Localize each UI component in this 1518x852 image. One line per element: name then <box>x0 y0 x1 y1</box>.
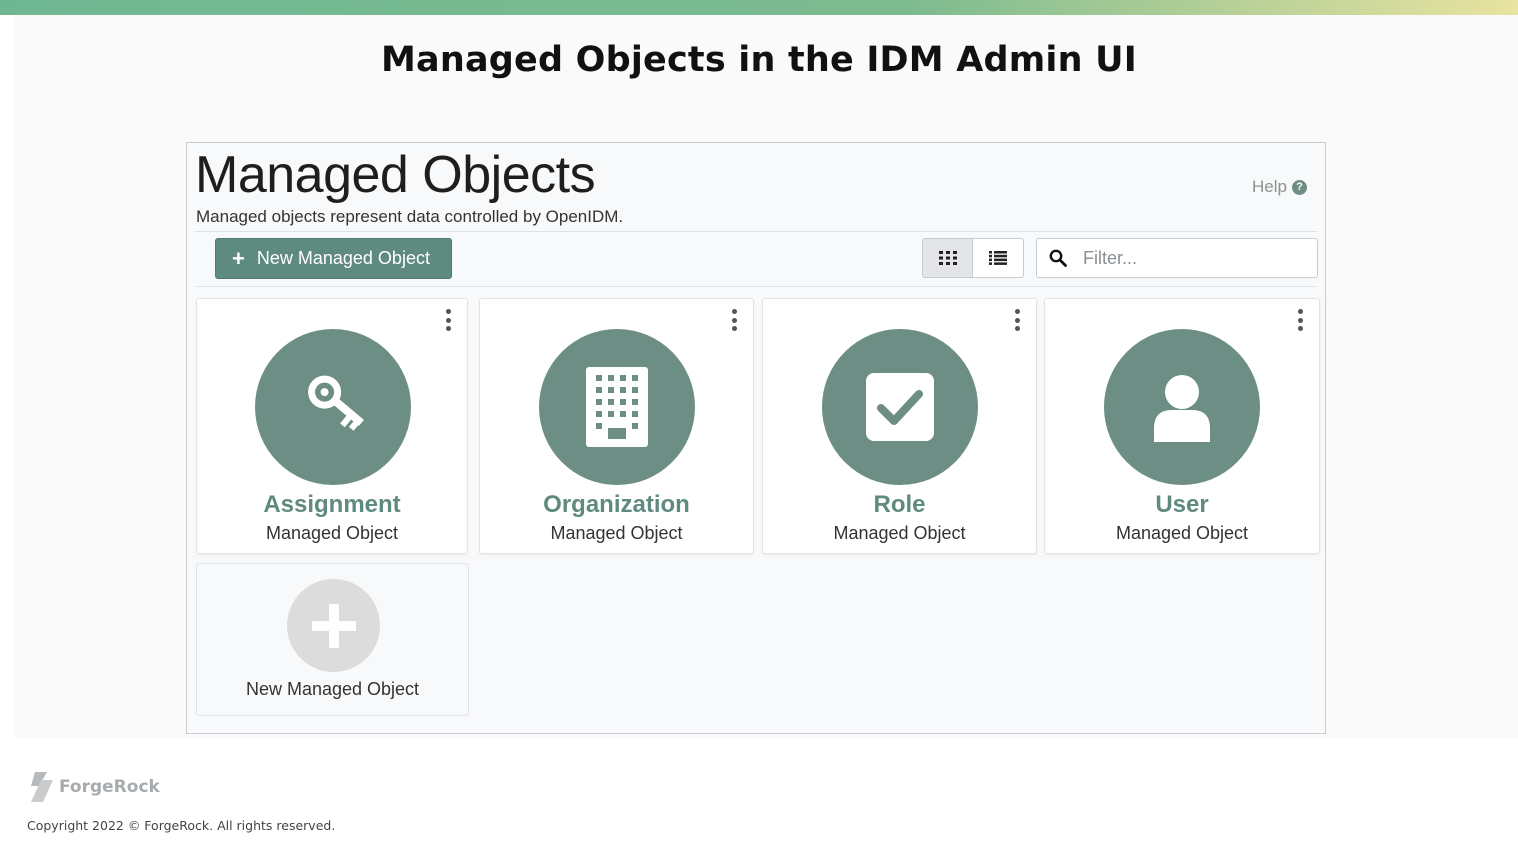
new-managed-object-card-label: New Managed Object <box>245 679 420 699</box>
help-link[interactable]: Help ? <box>1252 177 1307 197</box>
slide-title: Managed Objects in the IDM Admin UI <box>381 40 1137 80</box>
card-title: Assignment <box>263 491 401 518</box>
list-view-button[interactable] <box>973 238 1024 278</box>
new-managed-object-card[interactable]: New Managed Object <box>196 563 469 716</box>
check-square-icon <box>866 373 934 441</box>
user-icon <box>1154 375 1210 442</box>
card-menu-icon[interactable] <box>1012 309 1022 331</box>
forgerock-logo: ForgeRock <box>27 772 160 802</box>
managed-object-card-role[interactable]: Role Managed Object <box>762 298 1037 554</box>
filter-input[interactable] <box>1081 246 1305 270</box>
search-icon <box>1049 249 1067 267</box>
page-title: Managed Objects <box>195 146 596 204</box>
managed-object-card-assignment[interactable]: Assignment Managed Object <box>196 298 468 554</box>
card-icon-circle <box>255 329 411 485</box>
card-title: User <box>1155 491 1209 518</box>
plus-icon <box>311 603 356 648</box>
copyright-text: Copyright 2022 © ForgeRock. All rights r… <box>27 818 336 833</box>
grid-icon <box>938 251 957 265</box>
header-divider <box>195 231 1317 232</box>
new-managed-object-button[interactable]: + New Managed Object <box>215 238 452 279</box>
grid-view-button[interactable] <box>922 238 973 278</box>
toolbar-divider <box>195 286 1317 287</box>
add-icon-circle <box>287 579 380 672</box>
brand-name: ForgeRock <box>59 777 160 797</box>
card-icon-circle <box>822 329 978 485</box>
card-subtitle: Managed Object <box>550 523 683 543</box>
accent-bar <box>0 0 1518 15</box>
card-title: Organization <box>543 491 690 518</box>
managed-objects-panel: Managed Objects Managed objects represen… <box>186 142 1326 734</box>
card-subtitle: Managed Object <box>1115 523 1249 543</box>
question-circle-icon: ? <box>1292 179 1307 195</box>
help-label: Help <box>1252 177 1287 196</box>
card-title: Role <box>873 491 926 518</box>
filter-field <box>1036 238 1318 278</box>
building-icon <box>586 367 648 447</box>
managed-object-card-user[interactable]: User Managed Object <box>1044 298 1320 554</box>
page-description: Managed objects represent data controlle… <box>196 207 624 226</box>
new-managed-object-label: New Managed Object <box>256 248 430 268</box>
card-menu-icon[interactable] <box>443 309 453 331</box>
view-toggle <box>922 238 1024 278</box>
card-icon-circle <box>1104 329 1260 485</box>
list-icon <box>989 251 1007 265</box>
forgerock-logo-icon <box>31 772 53 802</box>
key-icon <box>308 375 364 431</box>
plus-icon: + <box>232 245 245 271</box>
managed-object-card-organization[interactable]: Organization Managed Object <box>479 298 754 554</box>
card-menu-icon[interactable] <box>729 309 739 331</box>
card-menu-icon[interactable] <box>1295 309 1305 331</box>
card-subtitle: Managed Object <box>833 523 966 543</box>
card-icon-circle <box>539 329 695 485</box>
card-subtitle: Managed Object <box>265 523 399 543</box>
